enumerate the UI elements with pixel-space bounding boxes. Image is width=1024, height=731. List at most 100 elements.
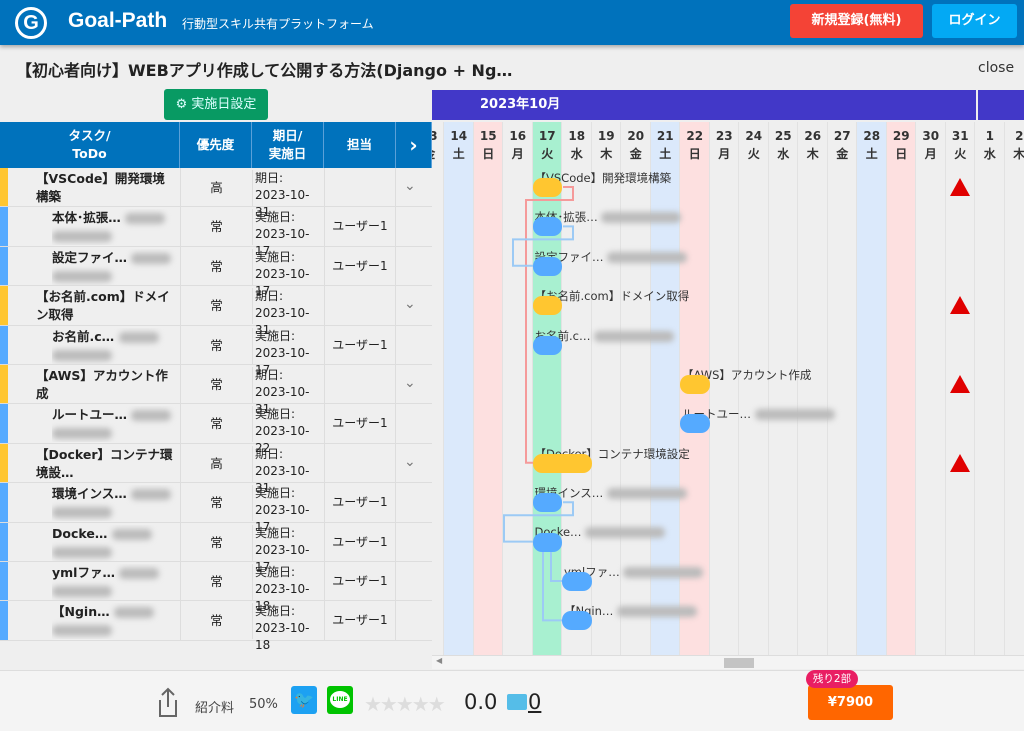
table-row[interactable]: 【Ngin… 常 実施日: 2023-10-18 ユーザー1: [0, 601, 432, 652]
task-label: 【AWS】アカウント作成: [36, 368, 168, 401]
deadline-marker-icon: [950, 296, 971, 315]
priority-cell: 常: [180, 365, 252, 404]
scroll-thumb[interactable]: [724, 658, 754, 668]
header-priority[interactable]: 優先度: [180, 122, 252, 168]
share-icon[interactable]: [156, 687, 180, 719]
date-cell: 実施日: 2023-10-17: [252, 209, 324, 258]
gantt-bar[interactable]: [532, 335, 562, 355]
task-name[interactable]: 環境インス…: [52, 485, 178, 521]
settings-label: 実施日設定: [191, 97, 257, 112]
date-label: 実施日:: [255, 604, 296, 619]
date-cell: 期日: 2023-10-31: [252, 170, 324, 219]
gantt-bar[interactable]: [532, 493, 562, 513]
task-label: お名前.c…: [52, 328, 115, 344]
blurred-text: [52, 231, 112, 243]
task-name[interactable]: Docke…: [52, 525, 178, 561]
gantt-bar[interactable]: [532, 532, 562, 552]
expand-columns-button[interactable]: ›: [396, 122, 432, 168]
buy-button[interactable]: ¥7900: [808, 685, 893, 720]
close-link[interactable]: close: [978, 60, 1014, 76]
task-label: 設定ファイ…: [52, 249, 128, 265]
table-row[interactable]: 【VSCode】開発環境構築 高 期日: 2023-10-31 ⌄: [0, 168, 432, 219]
chevron-down-icon[interactable]: ⌄: [404, 454, 416, 470]
date-cell: 実施日: 2023-10-17: [252, 485, 324, 534]
task-name[interactable]: 【Ngin…: [52, 603, 178, 639]
priority-cell: 高: [180, 443, 252, 483]
date-cell: 期日: 2023-10-31: [252, 445, 324, 495]
comment-icon[interactable]: [507, 694, 527, 710]
deadline-marker-icon: [950, 178, 971, 196]
header-date[interactable]: 期日/ 実施日: [252, 122, 324, 168]
table-row[interactable]: ルートユー… 常 実施日: 2023-10-22 ユーザー1: [0, 404, 432, 455]
task-name[interactable]: 【Docker】コンテナ環境設…: [36, 446, 176, 482]
task-name[interactable]: ルートユー…: [52, 406, 178, 442]
task-name[interactable]: ymlファ…: [52, 564, 178, 600]
gantt-bar[interactable]: [562, 611, 592, 631]
task-name[interactable]: 本体･拡張…: [52, 209, 178, 245]
table-row[interactable]: 設定ファイ… 常 実施日: 2023-10-17 ユーザー1: [0, 246, 432, 298]
gantt-bar[interactable]: [680, 375, 710, 394]
task-label: ルートユー…: [52, 407, 128, 423]
task-label: 【VSCode】開発環境構築: [36, 171, 165, 204]
deadline-marker-icon: [950, 453, 971, 472]
gantt-bar[interactable]: [532, 178, 562, 197]
date-cell: 実施日: 2023-10-17: [252, 327, 324, 377]
chevron-down-icon[interactable]: ⌄: [404, 375, 416, 391]
task-type-indicator: [0, 601, 8, 640]
table-row[interactable]: Docke… 常 実施日: 2023-10-17 ユーザー1: [0, 522, 432, 574]
table-row[interactable]: 環境インス… 常 実施日: 2023-10-17 ユーザー1: [0, 483, 432, 534]
blurred-text: [131, 489, 172, 501]
chevron-down-icon[interactable]: ⌄: [404, 178, 416, 194]
table-row[interactable]: 【Docker】コンテナ環境設… 高 期日: 2023-10-31 ⌄: [0, 443, 432, 495]
task-name[interactable]: 【VSCode】開発環境構築: [36, 170, 176, 206]
schedule-settings-button[interactable]: ⚙ 実施日設定: [164, 89, 268, 120]
line-icon[interactable]: LINE: [327, 686, 353, 714]
gantt-bar[interactable]: [532, 217, 562, 237]
table-row[interactable]: 【AWS】アカウント作成 常 期日: 2023-10-31 ⌄: [0, 365, 432, 416]
login-button[interactable]: ログイン: [932, 4, 1017, 38]
task-name[interactable]: 【AWS】アカウント作成: [36, 367, 176, 403]
blurred-text: [131, 252, 172, 264]
task-label: 環境インス…: [52, 486, 127, 502]
deadline-marker-icon: [950, 375, 971, 393]
blurred-text: [118, 331, 159, 343]
horizontal-scrollbar[interactable]: ◀: [432, 655, 1024, 669]
table-row[interactable]: 【お名前.com】ドメイン取得 常 期日: 2023-10-31 ⌄: [0, 286, 432, 337]
task-type-indicator: [0, 365, 8, 404]
gantt-bar[interactable]: [532, 296, 562, 316]
table-row[interactable]: お名前.c… 常 実施日: 2023-10-17 ユーザー1: [0, 325, 432, 377]
blurred-text: [601, 212, 682, 224]
blurred-text: [52, 507, 112, 519]
task-name[interactable]: お名前.c…: [52, 328, 178, 364]
priority-cell: 常: [180, 483, 252, 522]
comment-count[interactable]: 0: [528, 690, 541, 714]
task-label: 本体･拡張…: [52, 210, 121, 226]
gantt-bar[interactable]: [532, 453, 592, 473]
gear-icon: ⚙: [175, 97, 188, 112]
brand-name[interactable]: Goal-Path: [68, 9, 167, 33]
chevron-down-icon[interactable]: ⌄: [404, 296, 416, 312]
register-button[interactable]: 新規登録(無料): [790, 4, 923, 38]
blurred-text: [119, 568, 160, 579]
task-name[interactable]: 【お名前.com】ドメイン取得: [36, 288, 176, 324]
gantt-bar[interactable]: [532, 256, 562, 276]
task-type-indicator: [0, 522, 8, 561]
task-label: 【Ngin…: [52, 604, 110, 620]
rating-stars[interactable]: ★★★★★: [364, 692, 446, 716]
table-row[interactable]: 本体･拡張… 常 実施日: 2023-10-17 ユーザー1: [0, 207, 432, 258]
date-label: 期日:: [255, 446, 284, 461]
gantt-bar[interactable]: [562, 572, 592, 591]
tagline: 行動型スキル共有プラットフォーム: [182, 17, 374, 31]
header-assignee[interactable]: 担当: [324, 122, 396, 168]
scroll-left-icon[interactable]: ◀: [436, 656, 442, 665]
table-row[interactable]: ymlファ… 常 実施日: 2023-10-18 ユーザー1: [0, 562, 432, 613]
referral-rate: 50%: [249, 697, 278, 712]
twitter-icon[interactable]: 🐦: [291, 686, 317, 714]
blurred-text: [52, 586, 112, 597]
gantt-bar[interactable]: [680, 414, 710, 434]
footer-bar: 紹介料 50% 🐦 LINE ★★★★★ 0.0 0 ¥7900 残り2部: [0, 670, 1024, 731]
priority-cell: 常: [180, 404, 252, 443]
logo-icon[interactable]: G: [15, 7, 47, 39]
task-name[interactable]: 設定ファイ…: [52, 249, 178, 285]
blurred-text: [607, 251, 688, 263]
